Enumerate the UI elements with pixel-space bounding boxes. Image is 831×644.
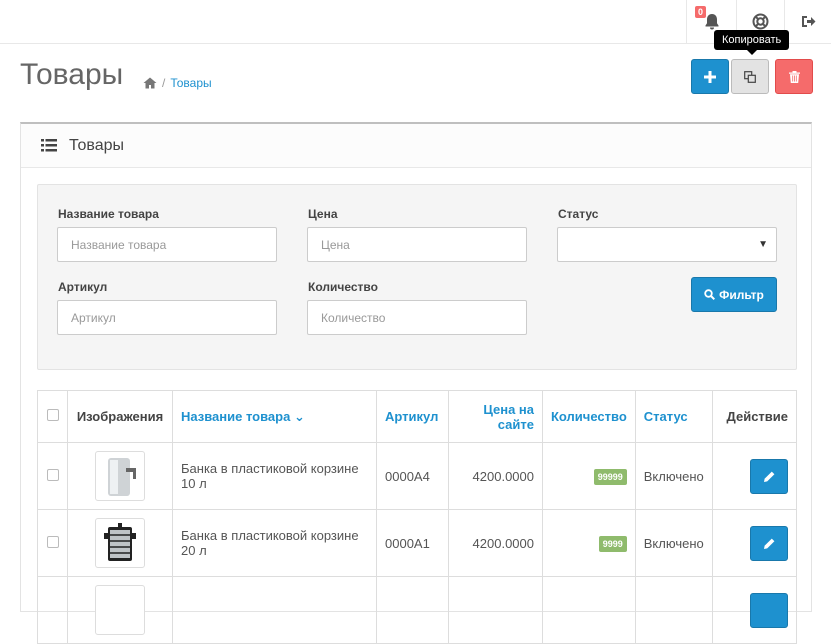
filter-box: Название товара Название товара Цена Цен… (37, 184, 797, 370)
filter-button[interactable]: Фильтр (691, 277, 777, 312)
col-price[interactable]: Цена на сайте (448, 390, 543, 443)
home-icon[interactable] (143, 77, 157, 89)
price-label: Цена (308, 207, 338, 221)
filter-button-label: Фильтр (719, 287, 764, 302)
qty-cell: 99999 (542, 442, 636, 510)
col-action: Действие (711, 390, 798, 443)
image-cell (67, 576, 173, 644)
row-checkbox-cell (37, 576, 68, 644)
product-sku (376, 576, 449, 644)
caret-down-icon: ▼ (758, 239, 768, 250)
search-icon (704, 289, 716, 300)
table-row: Банка в пластиковой корзине 10 л 0000A4 … (37, 442, 798, 510)
name-filter-input[interactable]: Название товара (57, 227, 277, 262)
trash-icon (788, 70, 800, 83)
col-qty[interactable]: Количество (542, 390, 636, 443)
name-label: Название товара (58, 207, 159, 221)
row-checkbox[interactable] (46, 535, 59, 548)
col-status[interactable]: Статус (634, 390, 713, 443)
product-status: Включено (634, 509, 713, 577)
product-name: Банка в пластиковой корзине 20 л (172, 509, 377, 577)
product-status: Включено (634, 442, 713, 510)
breadcrumb-link-products[interactable]: Товары (170, 76, 211, 90)
row-checkbox-cell (37, 509, 68, 577)
pencil-icon (763, 538, 774, 549)
product-name (172, 576, 377, 644)
product-image-basket-can (104, 523, 136, 561)
select-all-checkbox[interactable] (46, 409, 59, 421)
breadcrumb-separator: / (162, 76, 166, 90)
col-name-label: Название товара (181, 408, 291, 424)
edit-button[interactable] (750, 458, 788, 494)
sku-filter-input[interactable]: Артикул (57, 300, 277, 335)
copy-tooltip: Копировать (714, 30, 790, 55)
table-row: Банка в пластиковой корзине 20 л 0000A1 … (37, 509, 798, 577)
action-cell (711, 509, 798, 577)
product-image-can-tap (108, 458, 136, 496)
product-price: 4200.0000 (448, 509, 543, 577)
sku-label: Артикул (58, 280, 108, 294)
product-name: Банка в пластиковой корзине 10 л (172, 442, 377, 510)
product-price: 4200.0000 (448, 442, 543, 510)
row-checkbox[interactable] (46, 468, 59, 481)
action-cell (711, 442, 798, 510)
product-thumbnail[interactable] (95, 451, 145, 501)
panel-title: Товары (69, 136, 125, 154)
col-image: Изображения (67, 390, 173, 443)
pencil-icon (763, 471, 774, 482)
plus-icon (704, 70, 716, 83)
sort-caret-down-icon: ⌄ (293, 408, 305, 424)
page-title: Товары (20, 58, 124, 91)
qty-badge: 99999 (593, 468, 627, 485)
copy-icon (744, 70, 756, 83)
product-sku: 0000A4 (376, 442, 449, 510)
image-cell (67, 442, 173, 510)
lifebuoy-icon (752, 13, 769, 30)
products-table: Изображения Название товара ⌄ Артикул Це… (37, 390, 798, 644)
price-filter-input[interactable]: Цена (307, 227, 527, 262)
copy-button[interactable] (731, 59, 769, 94)
qty-label: Количество (308, 280, 378, 294)
image-cell (67, 509, 173, 577)
qty-badge: 9999 (598, 535, 627, 552)
product-sku: 0000A1 (376, 509, 449, 577)
sign-out-icon (801, 16, 815, 27)
product-status (634, 576, 713, 644)
select-all-cell (37, 390, 68, 443)
row-checkbox-cell (37, 442, 68, 510)
panel-heading: Товары (21, 124, 811, 168)
product-thumbnail[interactable] (95, 585, 145, 635)
list-icon (41, 139, 57, 152)
status-filter-select[interactable]: ▼ (557, 227, 777, 262)
qty-cell: 9999 (542, 509, 636, 577)
table-row (37, 576, 798, 644)
col-name[interactable]: Название товара ⌄ (172, 390, 377, 443)
qty-filter-input[interactable]: Количество (307, 300, 527, 335)
product-thumbnail[interactable] (95, 518, 145, 568)
logout-button[interactable] (784, 0, 831, 43)
edit-button[interactable] (750, 592, 788, 628)
top-bar: 0 (0, 0, 831, 44)
col-sku[interactable]: Артикул (376, 390, 449, 443)
qty-cell (542, 576, 636, 644)
add-button[interactable] (691, 59, 729, 94)
action-cell (711, 576, 798, 644)
status-label: Статус (558, 207, 599, 221)
table-header-row: Изображения Название товара ⌄ Артикул Це… (37, 390, 798, 443)
edit-button[interactable] (750, 525, 788, 561)
breadcrumb: / Товары (143, 76, 212, 90)
product-price (448, 576, 543, 644)
notification-badge: 0 (695, 6, 707, 18)
delete-button[interactable] (775, 59, 813, 94)
products-panel: Товары Название товара Название товара Ц… (20, 122, 812, 644)
